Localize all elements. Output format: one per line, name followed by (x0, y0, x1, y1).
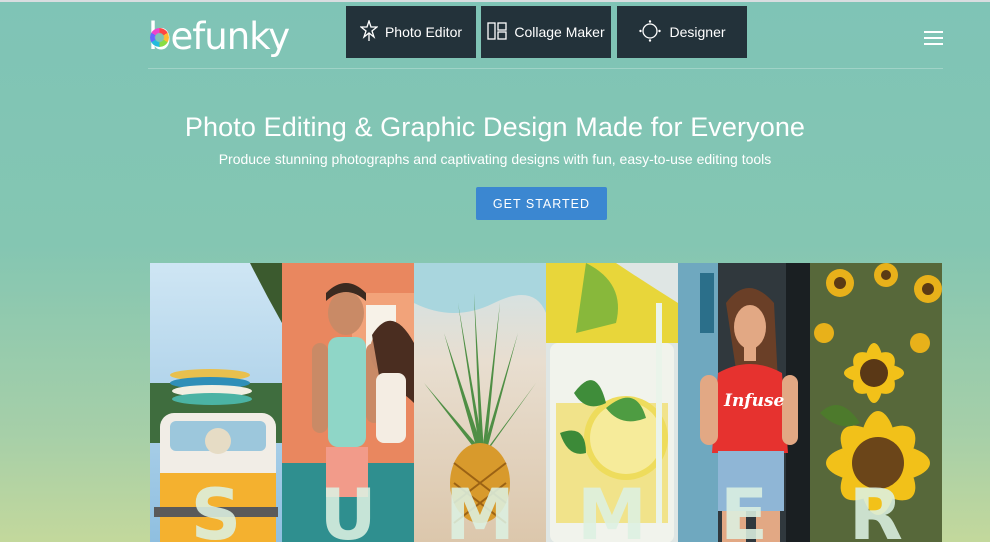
photo-panel-woman: Infuse E (678, 263, 810, 542)
collage-grid-icon (487, 21, 508, 43)
summer-photo-strip: S U M M Infuse E R (150, 263, 943, 542)
nav-collage-maker-label: Collage Maker (514, 24, 605, 40)
logo-color-wheel-icon (150, 28, 169, 47)
photo-panel-drink: M (546, 263, 678, 542)
designer-circle-icon (638, 19, 662, 46)
nav-designer-label: Designer (669, 24, 726, 40)
panel-letter-m: M (445, 474, 515, 542)
browser-top-edge (0, 0, 990, 2)
get-started-button[interactable]: GET STARTED (476, 187, 607, 220)
magic-star-icon (359, 18, 379, 45)
photo-panel-couple: U (282, 263, 414, 542)
photo-panel-pineapple: M (414, 263, 546, 542)
logo-text: befunky (148, 15, 290, 58)
panel-letter-r: R (849, 474, 903, 542)
panel-letter-s: S (190, 474, 242, 542)
panel-letter-u: U (319, 474, 377, 542)
panel-letter-e: E (720, 474, 768, 542)
tshirt-text: Infuse (724, 391, 785, 411)
panel-letter-m2: M (577, 474, 647, 542)
hero-subtitle: Produce stunning photographs and captiva… (218, 151, 772, 167)
hamburger-menu-icon[interactable] (924, 31, 943, 46)
hero-title: Photo Editing & Graphic Design Made for … (184, 112, 806, 142)
header-divider (148, 68, 943, 69)
nav-photo-editor-label: Photo Editor (384, 24, 463, 40)
photo-panel-van: S (150, 263, 282, 542)
nav-designer-button[interactable]: Designer (617, 6, 747, 58)
befunky-logo[interactable]: befunky (148, 14, 290, 60)
nav-photo-editor-button[interactable]: Photo Editor (346, 6, 476, 58)
photo-panel-sunflowers: R (810, 263, 942, 542)
nav-collage-maker-button[interactable]: Collage Maker (481, 6, 611, 58)
